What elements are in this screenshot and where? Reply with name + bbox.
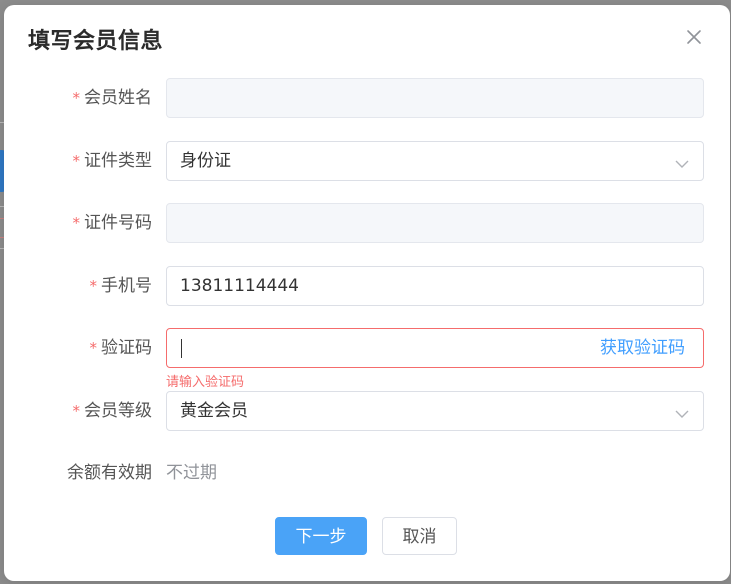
form-row-sms-code: * 验证码 获取验证码 bbox=[4, 328, 730, 368]
form-row-id-number: * 证件号码 bbox=[4, 203, 730, 243]
required-mark: * bbox=[72, 89, 81, 107]
id-number-label: * 证件号码 bbox=[73, 203, 153, 243]
required-mark: * bbox=[72, 152, 81, 170]
required-mark: * bbox=[89, 277, 98, 295]
phone-label: * 手机号 bbox=[90, 266, 153, 306]
member-level-select[interactable]: 黄金会员 bbox=[166, 391, 704, 431]
close-icon[interactable] bbox=[684, 27, 704, 47]
dialog-title: 填写会员信息 bbox=[28, 29, 164, 54]
required-mark: * bbox=[89, 339, 98, 357]
phone-value: 13811114444 bbox=[180, 276, 299, 296]
member-name-label: * 会员姓名 bbox=[73, 78, 153, 118]
next-step-button[interactable]: 下一步 bbox=[275, 517, 367, 555]
form-row-member-name: * 会员姓名 bbox=[4, 78, 730, 118]
phone-label-text: 手机号 bbox=[101, 276, 152, 296]
id-number-input[interactable] bbox=[166, 203, 704, 243]
member-info-dialog: 填写会员信息 * 会员姓名 * 证件类型 身份证 * 证件号码 * 手机号 13… bbox=[4, 5, 730, 581]
chevron-down-icon bbox=[675, 155, 689, 174]
id-type-label: * 证件类型 bbox=[73, 141, 153, 181]
member-level-value: 黄金会员 bbox=[180, 401, 248, 421]
required-mark: * bbox=[72, 214, 81, 232]
sms-code-error-message: 请输入验证码 bbox=[166, 375, 245, 390]
sms-code-input[interactable]: 获取验证码 bbox=[166, 328, 704, 368]
form-row-balance-validity: 余额有效期 不过期 bbox=[4, 453, 730, 493]
id-number-label-text: 证件号码 bbox=[84, 213, 152, 233]
sms-code-label-text: 验证码 bbox=[101, 338, 152, 358]
form-row-id-type: * 证件类型 身份证 bbox=[4, 141, 730, 181]
get-sms-code-link[interactable]: 获取验证码 bbox=[600, 329, 685, 367]
chevron-down-icon bbox=[675, 405, 689, 424]
id-type-select[interactable]: 身份证 bbox=[166, 141, 704, 181]
phone-input[interactable]: 13811114444 bbox=[166, 266, 704, 306]
balance-validity-label: 余额有效期 bbox=[67, 463, 152, 483]
id-type-label-text: 证件类型 bbox=[84, 151, 152, 171]
text-cursor bbox=[181, 339, 182, 358]
member-name-input[interactable] bbox=[166, 78, 704, 118]
member-level-label: * 会员等级 bbox=[73, 391, 153, 431]
member-level-label-text: 会员等级 bbox=[84, 401, 152, 421]
form-row-phone: * 手机号 13811114444 bbox=[4, 266, 730, 306]
sms-code-label: * 验证码 bbox=[90, 328, 153, 368]
form-row-member-level: * 会员等级 黄金会员 bbox=[4, 391, 730, 431]
required-mark: * bbox=[72, 402, 81, 420]
balance-validity-value: 不过期 bbox=[166, 463, 217, 483]
member-name-label-text: 会员姓名 bbox=[84, 88, 152, 108]
cancel-button[interactable]: 取消 bbox=[382, 517, 457, 555]
id-type-value: 身份证 bbox=[180, 151, 231, 171]
